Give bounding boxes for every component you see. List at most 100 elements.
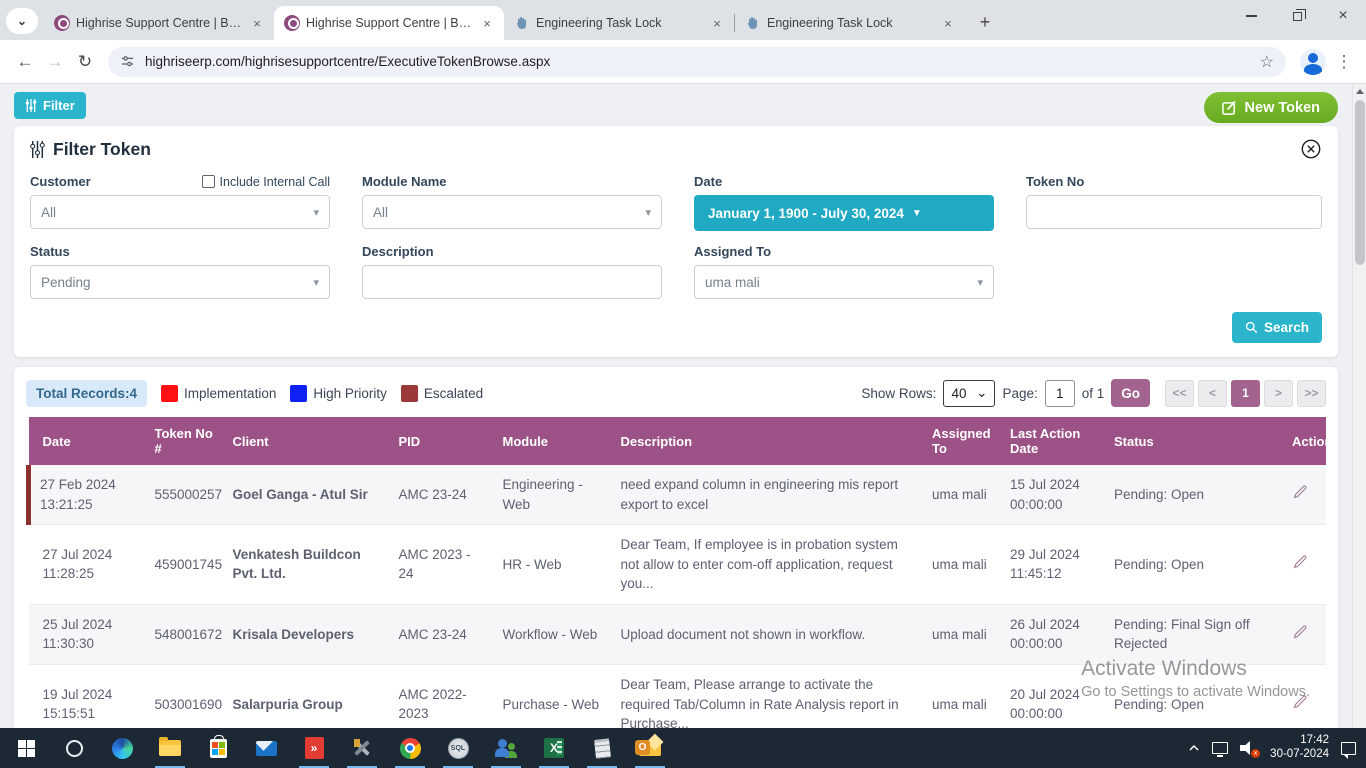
first-page-button[interactable]: << bbox=[1165, 380, 1194, 407]
description-input[interactable] bbox=[362, 265, 662, 299]
edit-pencil-icon[interactable] bbox=[1292, 553, 1309, 570]
prev-page-button[interactable]: < bbox=[1198, 380, 1227, 407]
taskbar-excel-button[interactable]: X bbox=[530, 728, 578, 768]
close-panel-icon[interactable] bbox=[1300, 138, 1322, 160]
reload-button[interactable]: ↻ bbox=[70, 47, 100, 77]
address-bar[interactable]: highriseerp.com/highrisesupportcentre/Ex… bbox=[108, 47, 1286, 77]
search-button-label: Search bbox=[1264, 320, 1309, 335]
action-center-icon[interactable] bbox=[1341, 742, 1356, 755]
taskbar-sql-button[interactable]: SQL bbox=[434, 728, 482, 768]
status-select[interactable]: Pending ▾ bbox=[30, 265, 330, 299]
url-text[interactable]: highriseerp.com/highrisesupportcentre/Ex… bbox=[145, 54, 1260, 69]
taskbar-mail-button[interactable] bbox=[242, 728, 290, 768]
taskbar-notepad-button[interactable] bbox=[578, 728, 626, 768]
search-button[interactable]: Search bbox=[1232, 312, 1322, 343]
browser-tab-1[interactable]: Highrise Support Centre | Brows × bbox=[44, 6, 274, 40]
customer-select[interactable]: All ▾ bbox=[30, 195, 330, 229]
table-header-row: Date Token No # Client PID Module Descri… bbox=[29, 417, 1327, 465]
tab-close-icon[interactable]: × bbox=[708, 14, 726, 32]
edit-pencil-icon[interactable] bbox=[1292, 483, 1309, 500]
tray-expand-icon[interactable] bbox=[1188, 742, 1200, 754]
col-module[interactable]: Module bbox=[495, 417, 613, 465]
module-select[interactable]: All ▾ bbox=[362, 195, 662, 229]
browser-tab-2-active[interactable]: Highrise Support Centre | Brow × bbox=[274, 6, 504, 40]
start-button[interactable] bbox=[2, 728, 50, 768]
scroll-up-arrow[interactable] bbox=[1353, 84, 1366, 98]
volume-muted-icon[interactable]: x bbox=[1240, 741, 1258, 755]
token-link[interactable]: 459001745 bbox=[147, 525, 225, 605]
taskbar-edge-button[interactable] bbox=[98, 728, 146, 768]
col-client[interactable]: Client bbox=[225, 417, 391, 465]
col-token-no[interactable]: Token No # bbox=[147, 417, 225, 465]
taskbar-people-app-button[interactable] bbox=[482, 728, 530, 768]
edit-pencil-icon[interactable] bbox=[1292, 623, 1309, 640]
assigned-to-select[interactable]: uma mali ▾ bbox=[694, 265, 994, 299]
cell-description: Dear Team, If employee is in probation s… bbox=[613, 525, 925, 605]
browser-tab-3[interactable]: Engineering Task Lock × bbox=[504, 6, 734, 40]
legend: Implementation High Priority Escalated bbox=[161, 385, 489, 402]
col-assigned-to[interactable]: Assigned To bbox=[924, 417, 1002, 465]
windows-logo-icon bbox=[18, 740, 35, 757]
new-tab-button[interactable]: + bbox=[971, 8, 999, 36]
chevron-down-icon: ▾ bbox=[313, 276, 319, 289]
hand-favicon bbox=[745, 15, 761, 31]
status-select-value: Pending bbox=[41, 275, 91, 290]
cell-client: Krisala Developers bbox=[225, 604, 391, 664]
taskbar-chrome-button[interactable] bbox=[386, 728, 434, 768]
taskbar-clock[interactable]: 17:42 30-07-2024 bbox=[1270, 734, 1329, 762]
tab-search-chevron-icon[interactable]: ⌄ bbox=[6, 8, 38, 34]
taskbar-file-explorer-button[interactable] bbox=[146, 728, 194, 768]
taskbar-store-button[interactable] bbox=[194, 728, 242, 768]
tab-close-icon[interactable]: × bbox=[939, 14, 957, 32]
date-label: Date bbox=[694, 174, 722, 189]
restore-button[interactable] bbox=[1274, 0, 1320, 32]
page-1-button[interactable]: 1 bbox=[1231, 380, 1260, 407]
cell-last-action: 20 Jul 2024 00:00:00 bbox=[1002, 664, 1106, 728]
token-no-input[interactable] bbox=[1026, 195, 1322, 229]
records-bar: Total Records:4 Implementation High Prio… bbox=[26, 379, 1326, 407]
last-page-button[interactable]: >> bbox=[1297, 380, 1326, 407]
bookmark-star-icon[interactable]: ☆ bbox=[1260, 52, 1274, 72]
tab-close-icon[interactable]: × bbox=[248, 14, 266, 32]
profile-avatar[interactable] bbox=[1300, 49, 1326, 75]
taskbar-cortana-button[interactable] bbox=[50, 728, 98, 768]
cell-last-action: 29 Jul 2024 11:45:12 bbox=[1002, 525, 1106, 605]
col-action[interactable]: Action bbox=[1284, 417, 1326, 465]
taskbar-erp-app-button[interactable]: » bbox=[290, 728, 338, 768]
date-range-button[interactable]: January 1, 1900 - July 30, 2024 ▼ bbox=[694, 195, 994, 231]
page-number-input[interactable] bbox=[1045, 380, 1075, 407]
taskbar-devtools-button[interactable] bbox=[338, 728, 386, 768]
system-tray: x 17:42 30-07-2024 bbox=[1188, 734, 1366, 762]
network-icon[interactable] bbox=[1212, 742, 1228, 754]
sliders-icon bbox=[25, 99, 37, 112]
edit-pencil-icon[interactable] bbox=[1292, 693, 1309, 710]
browser-menu-icon[interactable]: ⋮ bbox=[1332, 52, 1356, 72]
back-button[interactable]: ← bbox=[10, 47, 40, 77]
col-last-action-date[interactable]: Last Action Date bbox=[1002, 417, 1106, 465]
next-page-button[interactable]: > bbox=[1264, 380, 1293, 407]
total-records-badge: Total Records:4 bbox=[26, 380, 147, 407]
scrollbar-thumb[interactable] bbox=[1355, 100, 1365, 265]
include-internal-call[interactable]: Include Internal Call bbox=[202, 175, 330, 189]
page-scrollbar[interactable] bbox=[1352, 84, 1366, 728]
col-status[interactable]: Status bbox=[1106, 417, 1284, 465]
token-link[interactable]: 503001690 bbox=[147, 664, 225, 728]
include-internal-call-checkbox[interactable] bbox=[202, 175, 215, 188]
tab-close-icon[interactable]: × bbox=[478, 14, 496, 32]
filter-button[interactable]: Filter bbox=[14, 92, 86, 119]
close-button[interactable]: × bbox=[1320, 0, 1366, 32]
new-token-button[interactable]: New Token bbox=[1204, 92, 1338, 123]
taskbar-outlook-button[interactable] bbox=[626, 728, 674, 768]
chevron-down-icon: ▾ bbox=[313, 206, 319, 219]
col-date[interactable]: Date bbox=[29, 417, 147, 465]
token-link[interactable]: 548001672 bbox=[147, 604, 225, 664]
go-button[interactable]: Go bbox=[1111, 379, 1150, 407]
site-settings-icon[interactable] bbox=[120, 54, 135, 69]
show-rows-select[interactable]: 40 ⌄ bbox=[943, 380, 995, 407]
page-label: Page: bbox=[1002, 386, 1037, 401]
minimize-button[interactable] bbox=[1228, 0, 1274, 32]
token-link[interactable]: 555000257 bbox=[147, 465, 225, 525]
col-description[interactable]: Description bbox=[613, 417, 925, 465]
col-pid[interactable]: PID bbox=[391, 417, 495, 465]
browser-tab-4[interactable]: Engineering Task Lock × bbox=[735, 6, 965, 40]
